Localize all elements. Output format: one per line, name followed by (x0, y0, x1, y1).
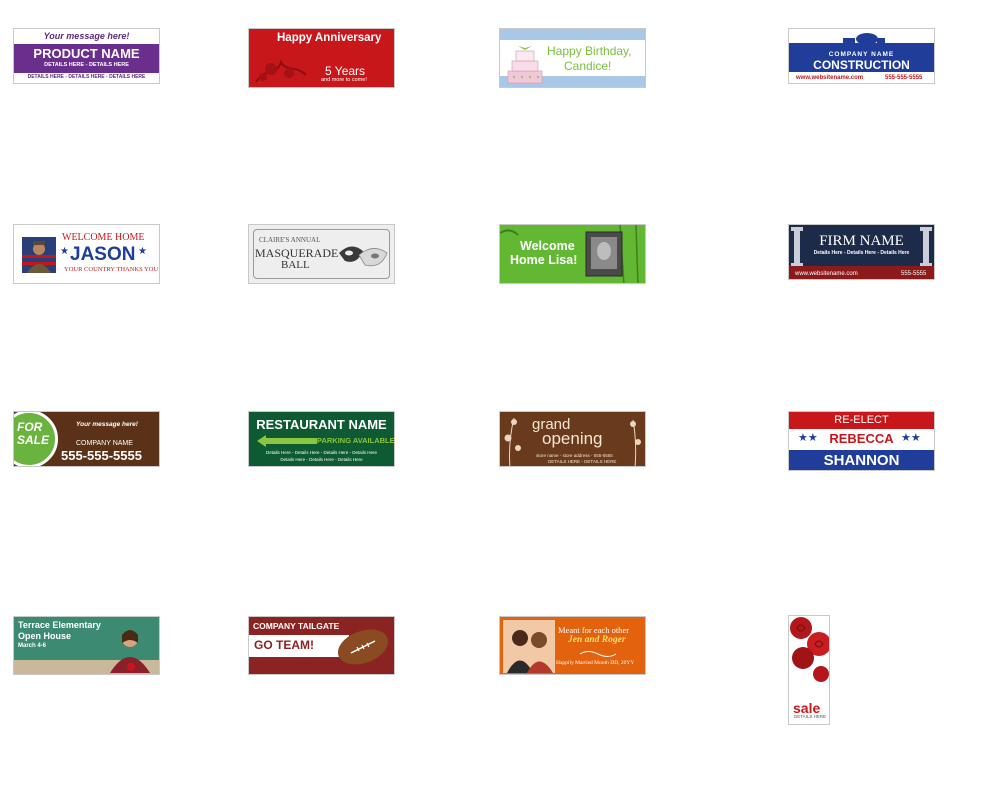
banner-re-elect[interactable]: RE-ELECT ★★ REBECCA ★★ SHANNON (788, 411, 935, 471)
star-right-icon: ★ (138, 246, 147, 257)
star-right-icon: ★★ (901, 432, 921, 444)
floral-ornament-icon (255, 59, 307, 83)
banner-happy-anniversary[interactable]: Happy Anniversary 5 Years and more to co… (248, 28, 395, 88)
banner-sale: SALE (17, 433, 50, 447)
banner-firm-name[interactable]: FIRM NAME Details Here - Details Here - … (788, 224, 935, 280)
banner-title: Meant for each other (558, 625, 630, 635)
banner-dates: March 4-6 (18, 643, 47, 649)
banner-eyebrow: RE-ELECT (834, 414, 889, 426)
banner-construction[interactable]: COMPANY NAME CONSTRUCTION www.websitenam… (788, 28, 935, 84)
banner-for-sale[interactable]: FOR SALE Your message here! COMPANY NAME… (13, 411, 160, 467)
banner-company-tailgate[interactable]: COMPANY TAILGATE GO TEAM! (248, 616, 395, 675)
banner-details: DETAILS HERE - DETAILS HERE (44, 62, 129, 68)
star-left-icon: ★ (60, 246, 69, 257)
banner-website: www.websitename.com (795, 271, 858, 277)
banner-years: 5 Years (325, 64, 366, 78)
couple-photo-icon (503, 620, 555, 673)
soldier-photo-icon (22, 237, 56, 273)
banner-details-2: Details Here - Details Here - Details He… (280, 457, 363, 462)
banner-details: Details Here - Details Here - Details He… (265, 450, 378, 455)
banner-name: Candice! (564, 59, 612, 73)
banner-website: www.websitename.com (796, 75, 864, 81)
banner-happy-birthday[interactable]: Happy Birthday, Candice! (499, 28, 646, 88)
banner-phone: 555-555-5555 (61, 448, 142, 463)
flower-right-icon (630, 419, 641, 466)
banner-message: Your message here! (76, 421, 138, 428)
banner-last-name: SHANNON (823, 452, 900, 469)
masquerade-mask-icon (339, 246, 388, 267)
banner-name: Home Lisa! (510, 253, 578, 267)
banner-details: DETAILS HERE - DETAILS HERE (548, 459, 617, 464)
banner-title: COMPANY TAILGATE (253, 621, 340, 631)
banner-title: RESTAURANT NAME (256, 417, 387, 432)
red-roses-icon (790, 617, 829, 682)
banner-info: store name - store address - 555-5555 (536, 453, 613, 458)
banner-welcome-jason[interactable]: WELCOME HOME ★ JASON ★ YOUR COUNTRY THAN… (13, 224, 160, 284)
banner-for: FOR (17, 420, 43, 434)
banner-sub: and more to come! (321, 77, 367, 83)
banner-title: Welcome (520, 239, 575, 253)
banner-parking: PARKING AVAILABLE (317, 436, 395, 445)
banner-details: Details Here - Details Here - Details He… (813, 250, 910, 256)
banner-title: Happy Birthday, (547, 44, 632, 58)
football-icon (337, 629, 389, 665)
banner-sale-word: sale (793, 700, 821, 716)
banner-subtitle: opening (542, 429, 603, 448)
banner-title: MASQUERADE (255, 246, 339, 260)
apple-icon (127, 663, 135, 671)
banner-title: WELCOME HOME (62, 232, 145, 243)
photo-frame-icon (585, 231, 623, 277)
banner-subtitle: Open House (18, 631, 72, 641)
banner-message: Your message here! (43, 31, 130, 41)
banner-details: DETAILS HERE (794, 714, 827, 719)
banner-title: FIRM NAME (819, 233, 904, 249)
banner-product-name[interactable]: Your message here! PRODUCT NAME DETAILS … (13, 28, 160, 84)
banner-phone: 555-5555 (901, 271, 927, 277)
arrow-left-icon (257, 435, 317, 447)
banner-names: Jen and Roger (568, 635, 626, 645)
birthday-cake-icon (507, 46, 543, 84)
banner-restaurant-name[interactable]: RESTAURANT NAME PARKING AVAILABLE Detail… (248, 411, 395, 467)
banner-welcome-home-lisa[interactable]: Welcome Home Lisa! (499, 224, 646, 284)
banner-sale-vertical[interactable]: sale DETAILS HERE (788, 615, 830, 725)
banner-subtitle: YOUR COUNTRY THANKS YOU (64, 266, 159, 273)
banner-eyebrow: CLAIRE'S ANNUAL (259, 236, 321, 244)
banner-subtitle: BALL (281, 259, 310, 271)
banner-subtitle: Happily Married Month DD, 20YY (556, 660, 635, 666)
banner-title: Terrace Elementary (18, 620, 101, 630)
swirl-ornament-icon (579, 651, 617, 657)
banner-title: CONSTRUCTION (813, 58, 910, 72)
banner-grand-opening[interactable]: grand opening store name - store address… (499, 411, 646, 467)
banner-slogan: GO TEAM! (254, 638, 314, 652)
banner-phone: 555-555-5555 (885, 75, 923, 81)
banner-details-footer: DETAILS HERE - DETAILS HERE - DETAILS HE… (27, 74, 146, 80)
flower-left-icon (504, 417, 521, 466)
banner-meant-for-each-other[interactable]: Meant for each other Jen and Roger Happi… (499, 616, 646, 675)
banner-company: COMPANY NAME (76, 440, 133, 447)
banner-terrace-open-house[interactable]: Terrace Elementary Open House March 4-6 (13, 616, 160, 675)
banner-title: PRODUCT NAME (33, 46, 140, 61)
banner-masquerade-ball[interactable]: CLAIRE'S ANNUAL MASQUERADE BALL (248, 224, 395, 284)
banner-name: JASON (70, 244, 136, 265)
cement-mixer-truck-icon (843, 33, 885, 50)
banner-title: Happy Anniversary (277, 32, 382, 44)
